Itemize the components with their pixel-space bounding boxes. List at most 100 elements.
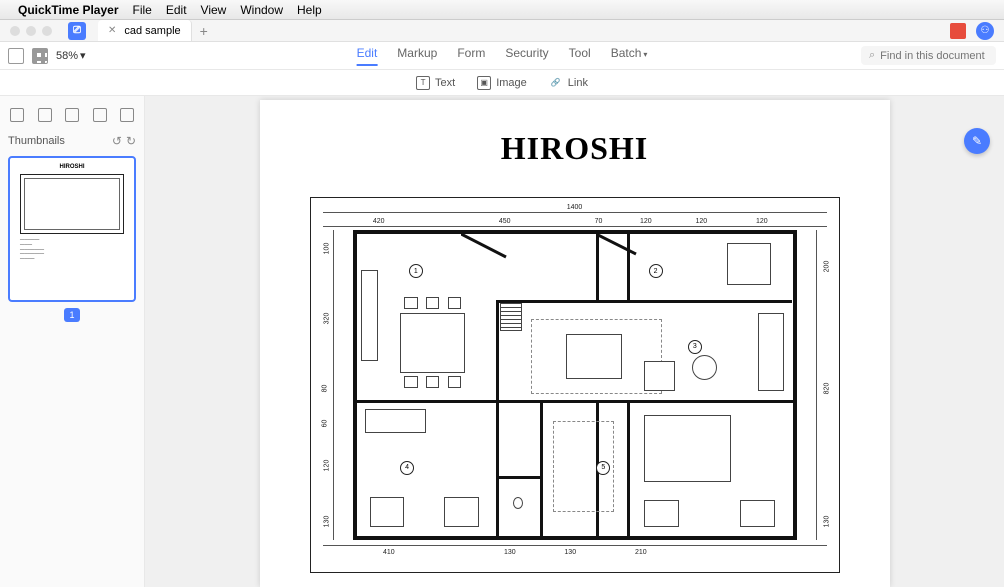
dim-left-5: 130 xyxy=(323,516,330,528)
tab-batch[interactable]: Batch▾ xyxy=(611,46,648,66)
document-canvas[interactable]: HIROSHI 1400 420 450 70 120 120 120 xyxy=(145,96,1004,587)
page-thumbnail[interactable]: HIROSHI ━━━━━━━━━━━━━━━━━━━━━━━━━━━━━━━━… xyxy=(8,156,136,302)
dim-left-2: 80 xyxy=(321,385,328,393)
nightstand-left xyxy=(644,500,679,527)
document-tab[interactable]: ✕ cad sample xyxy=(98,20,192,41)
room-label-1: 1 xyxy=(409,264,423,278)
zoom-control[interactable]: 58% ▾ xyxy=(56,49,86,62)
tab-security[interactable]: Security xyxy=(505,46,548,66)
dim-top-4: 120 xyxy=(695,218,707,225)
floorplan-frame: 1400 420 450 70 120 120 120 xyxy=(310,197,840,573)
wardrobe xyxy=(758,313,784,392)
close-window-button[interactable] xyxy=(10,26,20,36)
search-icon: ⌕ xyxy=(869,49,875,62)
tab-title: cad sample xyxy=(124,25,180,37)
mac-menubar: QuickTime Player File Edit View Window H… xyxy=(0,0,1004,20)
attachment-icon[interactable] xyxy=(120,108,134,122)
dim-top-1: 450 xyxy=(499,218,511,225)
sidebar-toggle-icon[interactable] xyxy=(8,48,24,64)
link-tool[interactable]: 🔗 Link xyxy=(549,76,588,90)
table-room1 xyxy=(400,313,465,373)
search-input[interactable] xyxy=(880,50,988,62)
tab-form[interactable]: Form xyxy=(457,46,485,66)
dim-left-1: 320 xyxy=(323,313,330,325)
round-table xyxy=(692,355,717,380)
wondershare-icon: ✎ xyxy=(972,134,982,148)
bookmark-icon[interactable] xyxy=(65,108,79,122)
tab-tool[interactable]: Tool xyxy=(569,46,591,66)
dim-bottom-1: 130 xyxy=(504,549,516,556)
dim-bottom-0: 410 xyxy=(383,549,395,556)
floating-action-button[interactable]: ✎ xyxy=(964,128,990,154)
text-icon: T xyxy=(416,76,430,90)
titlebar: ⎚ ✕ cad sample + ⚇ xyxy=(0,20,1004,42)
page-number-badge: 1 xyxy=(64,308,80,322)
maximize-window-button[interactable] xyxy=(42,26,52,36)
menu-edit[interactable]: Edit xyxy=(166,3,187,17)
image-tool[interactable]: ▣ Image xyxy=(477,76,527,90)
dim-left-3: 60 xyxy=(321,420,328,428)
thumbnail-text: ━━━━━━━━━━━━━━━━━━━━━━━━━━━━━━━━━━━━━━━ xyxy=(20,238,124,262)
dim-top-2: 70 xyxy=(595,218,603,225)
thumbnails-icon[interactable] xyxy=(10,108,24,122)
main-area: Thumbnails ↺ ↻ HIROSHI ━━━━━━━━━━━━━━━━━… xyxy=(0,96,1004,587)
sofa-left xyxy=(361,270,378,361)
bed-room6 xyxy=(644,415,731,481)
chevron-down-icon: ▾ xyxy=(80,49,86,62)
image-icon: ▣ xyxy=(477,76,491,90)
chair-room4 xyxy=(370,497,405,527)
dim-right-0: 200 xyxy=(823,260,830,272)
zoom-value: 58% xyxy=(56,50,78,62)
sub-toolbar: T Text ▣ Image 🔗 Link xyxy=(0,70,1004,96)
dim-bottom-3: 210 xyxy=(635,549,647,556)
layers-icon[interactable] xyxy=(38,108,52,122)
shower-area xyxy=(553,421,614,512)
view-grid-icon[interactable] xyxy=(32,48,48,64)
table-room3 xyxy=(566,334,623,379)
chair-room4b xyxy=(444,497,479,527)
sofa-room4 xyxy=(365,409,426,433)
search-box[interactable]: ⌕ xyxy=(861,46,996,65)
menu-file[interactable]: File xyxy=(133,3,152,17)
shopping-icon[interactable] xyxy=(950,23,966,39)
stairs xyxy=(500,303,522,331)
main-toolbar: 58% ▾ Edit Markup Form Security Tool Bat… xyxy=(0,42,1004,70)
door-swing xyxy=(461,232,521,262)
dim-bottom-2: 130 xyxy=(564,549,576,556)
dim-top-total: 1400 xyxy=(567,204,583,211)
thumbnail-floorplan xyxy=(20,174,124,234)
list-icon[interactable] xyxy=(93,108,107,122)
dim-right-1: 820 xyxy=(823,383,830,395)
room-label-3: 3 xyxy=(688,340,702,354)
minimize-window-button[interactable] xyxy=(26,26,36,36)
traffic-lights xyxy=(0,26,62,36)
menu-window[interactable]: Window xyxy=(240,3,283,17)
app-icon: ⎚ xyxy=(68,22,86,40)
link-icon: 🔗 xyxy=(549,76,563,90)
tab-markup[interactable]: Markup xyxy=(397,46,437,66)
menu-help[interactable]: Help xyxy=(297,3,322,17)
room-label-2: 2 xyxy=(649,264,663,278)
angled-wall xyxy=(596,232,646,262)
menu-view[interactable]: View xyxy=(201,3,227,17)
dim-left-0: 100 xyxy=(323,243,330,255)
sidebar-title: Thumbnails xyxy=(8,135,65,147)
text-tool[interactable]: T Text xyxy=(416,76,455,90)
user-avatar-icon[interactable]: ⚇ xyxy=(976,22,994,40)
rotate-cw-icon[interactable]: ↻ xyxy=(126,134,136,148)
dim-top-3: 120 xyxy=(640,218,652,225)
rotate-ccw-icon[interactable]: ↺ xyxy=(112,134,122,148)
new-tab-button[interactable]: + xyxy=(200,23,208,39)
chevron-down-icon: ▾ xyxy=(643,50,647,59)
sidebar: Thumbnails ↺ ↻ HIROSHI ━━━━━━━━━━━━━━━━━… xyxy=(0,96,145,587)
tab-edit[interactable]: Edit xyxy=(357,46,378,66)
app-name[interactable]: QuickTime Player xyxy=(18,3,119,17)
room-label-4: 4 xyxy=(400,461,414,475)
dim-top-5: 120 xyxy=(756,218,768,225)
dim-top-0: 420 xyxy=(373,218,385,225)
close-tab-icon[interactable]: ✕ xyxy=(108,25,116,36)
app-window: ⎚ ✕ cad sample + ⚇ 58% ▾ Edit Markup For… xyxy=(0,20,1004,587)
dim-left-4: 120 xyxy=(323,460,330,472)
toilet xyxy=(513,497,523,509)
sofa-room3 xyxy=(644,361,675,391)
